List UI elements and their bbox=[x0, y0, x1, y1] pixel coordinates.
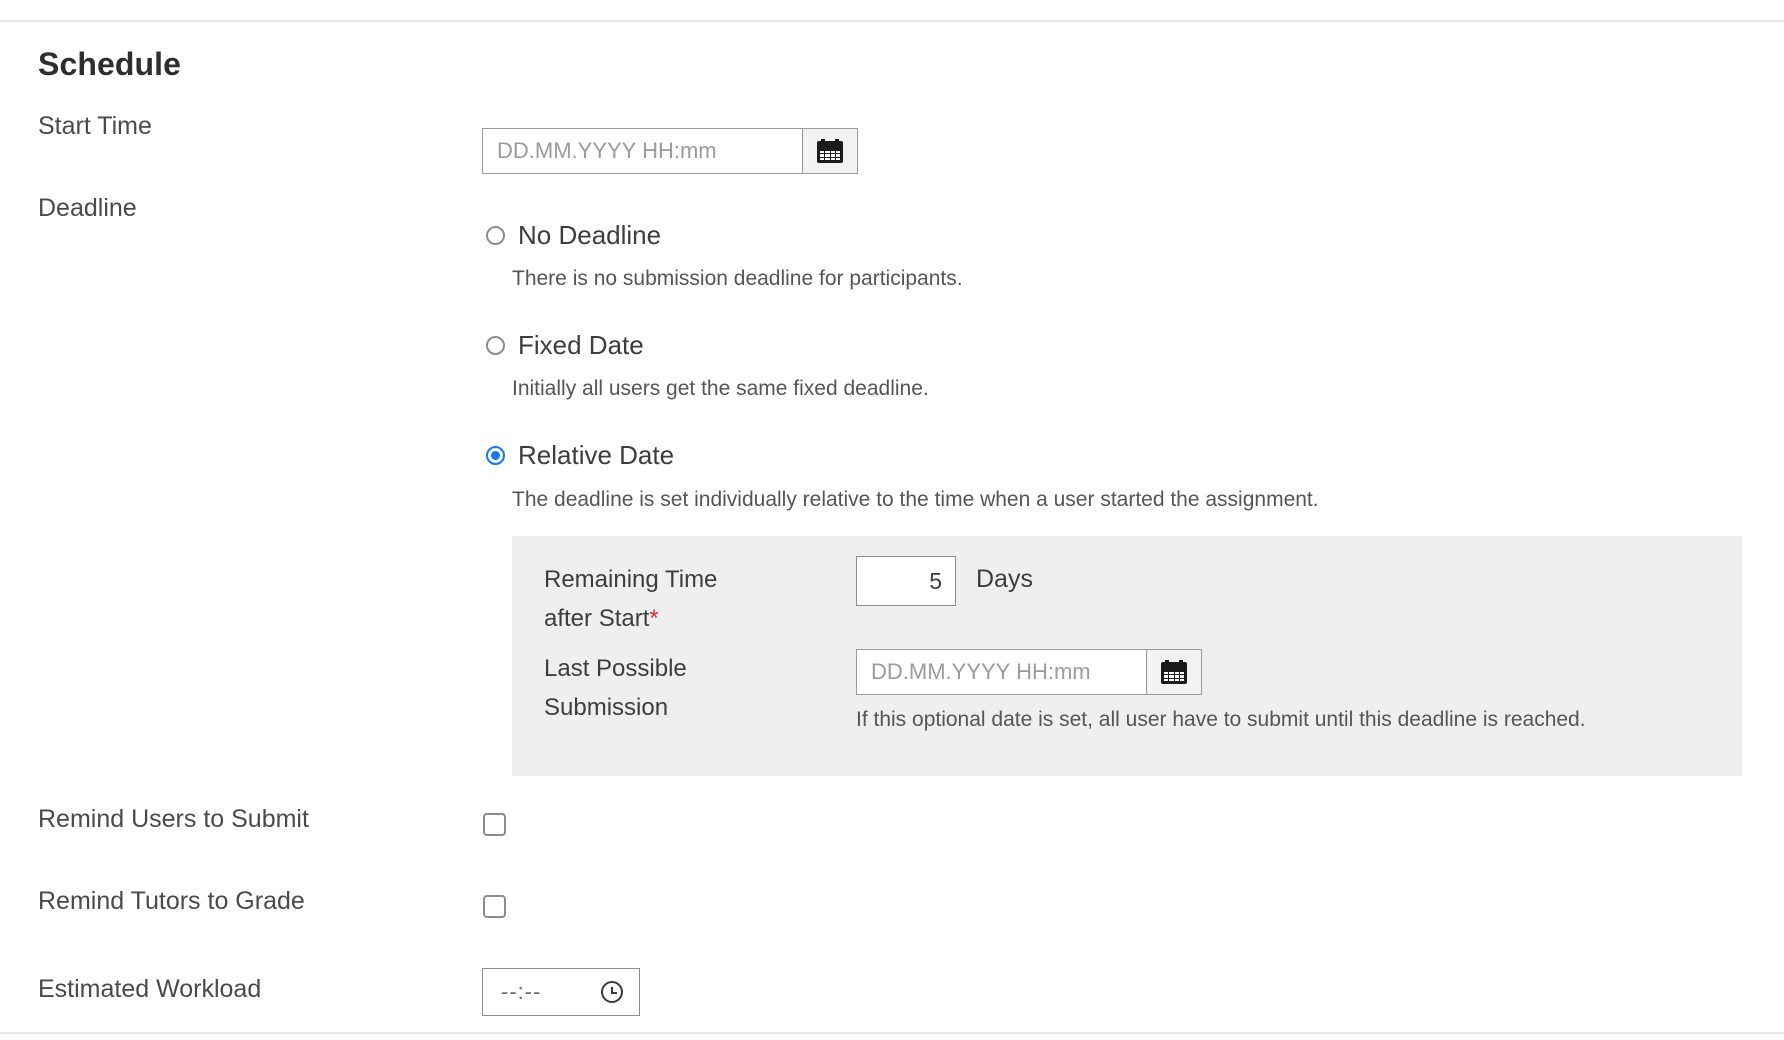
last-possible-submission-field-group: DD.MM.YYYY HH:mm bbox=[856, 649, 1202, 695]
radio-no-deadline-label: No Deadline bbox=[518, 220, 661, 251]
last-possible-submission-help-text: If this optional date is set, all user h… bbox=[856, 708, 1586, 732]
bottom-divider bbox=[0, 1032, 1784, 1034]
radio-relative-date[interactable]: Relative Date bbox=[486, 440, 674, 471]
schedule-form-page: Schedule Start Time DD.MM.YYYY HH:mm Dea… bbox=[0, 0, 1784, 1040]
remind-users-checkbox[interactable] bbox=[483, 813, 506, 836]
calendar-icon bbox=[817, 139, 843, 163]
last-possible-submission-input[interactable]: DD.MM.YYYY HH:mm bbox=[856, 649, 1146, 695]
deadline-label: Deadline bbox=[38, 194, 137, 223]
estimated-workload-value: --:-- bbox=[501, 979, 541, 1005]
remaining-time-input[interactable]: 5 bbox=[856, 556, 956, 606]
top-divider bbox=[0, 20, 1784, 22]
remaining-time-label-line1: Remaining Time bbox=[544, 566, 717, 593]
start-time-calendar-button[interactable] bbox=[802, 128, 858, 174]
radio-no-deadline-description: There is no submission deadline for part… bbox=[512, 267, 963, 291]
clock-icon[interactable] bbox=[601, 981, 623, 1003]
last-possible-submission-label-line2: Submission bbox=[544, 694, 668, 721]
radio-relative-date-indicator bbox=[486, 446, 505, 465]
last-possible-submission-label-line1: Last Possible bbox=[544, 655, 687, 682]
remind-users-label: Remind Users to Submit bbox=[38, 805, 309, 834]
start-time-label: Start Time bbox=[38, 112, 152, 141]
remaining-time-unit-label: Days bbox=[976, 565, 1033, 594]
radio-relative-date-description: The deadline is set individually relativ… bbox=[512, 488, 1319, 512]
relative-date-settings-panel: Remaining Time after Start* 5 Days Last … bbox=[512, 536, 1742, 776]
estimated-workload-input[interactable]: --:-- bbox=[482, 968, 640, 1016]
last-possible-submission-calendar-button[interactable] bbox=[1146, 649, 1202, 695]
radio-fixed-date[interactable]: Fixed Date bbox=[486, 330, 644, 361]
calendar-icon bbox=[1161, 660, 1187, 684]
required-asterisk: * bbox=[649, 605, 658, 632]
radio-fixed-date-label: Fixed Date bbox=[518, 330, 644, 361]
remind-tutors-label: Remind Tutors to Grade bbox=[38, 887, 305, 916]
start-time-input[interactable]: DD.MM.YYYY HH:mm bbox=[482, 128, 802, 174]
remaining-time-label: Remaining Time after Start* bbox=[544, 560, 717, 638]
page-title: Schedule bbox=[38, 46, 181, 83]
remind-tutors-checkbox[interactable] bbox=[483, 895, 506, 918]
radio-no-deadline[interactable]: No Deadline bbox=[486, 220, 661, 251]
radio-no-deadline-indicator bbox=[486, 226, 505, 245]
start-time-field-group: DD.MM.YYYY HH:mm bbox=[482, 128, 858, 174]
last-possible-submission-label: Last Possible Submission bbox=[544, 649, 687, 727]
radio-fixed-date-indicator bbox=[486, 336, 505, 355]
radio-fixed-date-description: Initially all users get the same fixed d… bbox=[512, 377, 929, 401]
remaining-time-label-line2: after Start bbox=[544, 605, 649, 632]
radio-relative-date-label: Relative Date bbox=[518, 440, 674, 471]
estimated-workload-label: Estimated Workload bbox=[38, 975, 261, 1004]
